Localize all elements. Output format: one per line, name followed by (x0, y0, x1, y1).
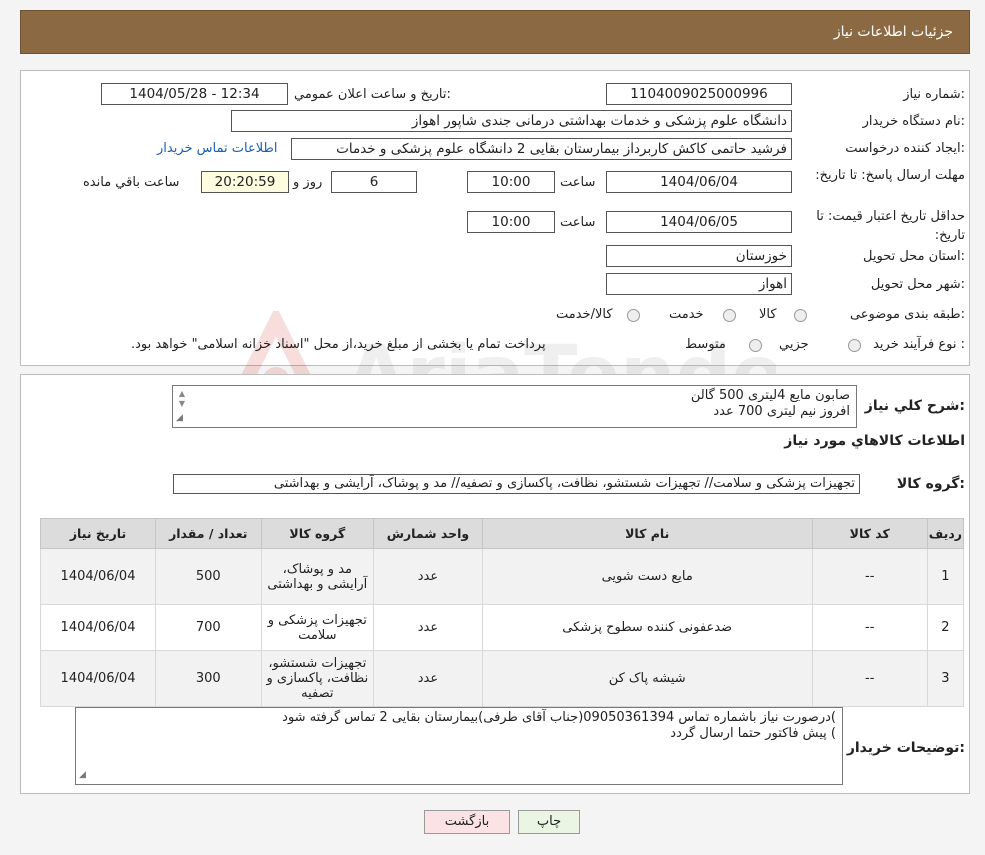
process-option-minor: جزیي (779, 337, 809, 352)
cell-need-date: 1404/06/04 (39, 650, 157, 707)
buyer-notes-line-1: )درصورت نیاز باشماره تماس 09050361394(جن… (282, 710, 836, 725)
cell-need-date: 1404/06/04 (39, 604, 157, 651)
cell-item-name: ضدعفونی کننده سطوح پزشکی (481, 604, 813, 651)
days-label: روز و (293, 175, 323, 190)
category-radio-goods-service[interactable] (627, 309, 640, 322)
buyer-notes-label: توضیحات خریدار: (846, 740, 965, 756)
cell-row-number: 2 (926, 604, 965, 651)
cell-item-code: -- (811, 548, 928, 605)
cell-item-group: تجهیزات شستشو، نظافت، پاکسازی و تصفیه (260, 650, 375, 707)
deadline-label: مهلت ارسال پاسخ: تا تاریخ: (815, 168, 965, 183)
need-number-field: 1104009025000996 (606, 83, 792, 105)
process-radio-minor[interactable] (848, 339, 861, 352)
cell-item-name: شیشه پاک کن (481, 650, 813, 707)
resize-grip-icon: ◢ (176, 413, 183, 423)
table-row: 3 -- شیشه پاک کن عدد تجهیزات شستشو، نظاف… (39, 650, 965, 707)
announce-field: 1404/05/28 - 12:34 (101, 83, 288, 105)
category-option-service: خدمت (669, 307, 704, 322)
need-number-label: شماره نیاز: (903, 87, 965, 102)
process-label: نوع فرآیند خرید : (873, 337, 965, 352)
days-field: 6 (331, 171, 417, 193)
validity-date-field: 1404/06/05 (606, 211, 792, 233)
cell-item-group: مد و پوشاک، آرایشی و بهداشتی (260, 548, 375, 605)
col-quantity: تعداد / مقدار (155, 518, 262, 549)
cell-quantity: 700 (155, 604, 262, 651)
cell-item-code: -- (811, 650, 928, 707)
remaining-label: ساعت باقي مانده (83, 175, 180, 190)
category-radio-goods[interactable] (794, 309, 807, 322)
cell-item-code: -- (811, 604, 928, 651)
buyer-org-field: دانشگاه علوم پزشکی و خدمات بهداشتی درمان… (231, 110, 792, 132)
col-unit: واحد شمارش (373, 518, 483, 549)
col-row-number: ردیف (926, 518, 965, 549)
deadline-time-field: 10:00 (467, 171, 555, 193)
table-row: 2 -- ضدعفونی کننده سطوح پزشکی عدد تجهیزا… (39, 604, 965, 651)
cell-unit: عدد (373, 650, 483, 707)
cell-quantity: 300 (155, 650, 262, 707)
cell-need-date: 1404/06/04 (39, 548, 157, 605)
city-field: اهواز (606, 273, 792, 295)
validity-label: حداقل تاریخ اعتبار قیمت: تا تاریخ: (816, 209, 965, 243)
announce-label: تاریخ و ساعت اعلان عمومي: (294, 87, 451, 102)
buyer-notes-line-2: ) پیش فاکتور حتما ارسال گردد (670, 726, 836, 741)
category-label: طبقه بندی موضوعی: (849, 307, 965, 322)
cell-quantity: 500 (155, 548, 262, 605)
buyer-contact-link[interactable]: اطلاعات تماس خریدار (157, 141, 277, 156)
cell-row-number: 3 (926, 650, 965, 707)
category-option-goods: کالا (759, 307, 777, 322)
cell-row-number: 1 (926, 548, 965, 605)
info-panel: AriaTender.neT شماره نیاز: 1104009025000… (20, 70, 985, 428)
category-option-goods-service: کالا/خدمت (556, 307, 613, 322)
description-label: شرح کلي نیاز: (864, 398, 965, 414)
city-label: شهر محل تحویل: (870, 277, 965, 292)
page-title: جزئیات اطلاعات نیاز (833, 24, 953, 40)
province-label: استان محل تحویل: (863, 249, 965, 264)
validity-time-field: 10:00 (467, 211, 555, 233)
col-need-date: تاریخ نیاز (39, 518, 157, 549)
goods-group-field: تجهیزات پزشکی و سلامت// تجهیزات شستشو، ن… (173, 474, 860, 494)
table-row: 1 -- مایع دست شویی عدد مد و پوشاک، آرایش… (39, 548, 965, 605)
creator-field: فرشید حاتمی کاکش کاربرداز بیمارستان بقای… (291, 138, 792, 160)
goods-group-label: گروه کالا: (896, 476, 965, 492)
validity-time-label: ساعت (560, 215, 596, 230)
cell-item-name: مایع دست شویی (481, 548, 813, 605)
remaining-time-field: 20:20:59 (201, 171, 289, 193)
category-radio-service[interactable] (723, 309, 736, 322)
province-field: خوزستان (606, 245, 792, 267)
description-textarea[interactable]: صابون مایع 4لیتری 500 گالن افروز نیم لیت… (172, 385, 857, 428)
col-item-group: گروه کالا (260, 518, 375, 549)
table-header-row: ردیف کد کالا نام کالا واحد شمارش گروه کا… (39, 518, 965, 549)
process-note: پرداخت تمام یا بخشی از مبلغ خرید،از محل … (131, 337, 546, 352)
deadline-date-field: 1404/06/04 (606, 171, 792, 193)
creator-label: ایجاد کننده درخواست: (845, 141, 965, 156)
process-option-medium: متوسط (685, 337, 726, 352)
page-header: جزئیات اطلاعات نیاز (20, 10, 970, 54)
goods-section-title: اطلاعات کالاهاي مورد نیاز (784, 433, 965, 449)
cell-unit: عدد (373, 604, 483, 651)
deadline-time-label: ساعت (560, 175, 596, 190)
print-button[interactable]: چاپ (518, 810, 580, 834)
process-radio-medium[interactable] (749, 339, 762, 352)
col-item-code: کد کالا (811, 518, 928, 549)
buyer-notes-textarea[interactable]: )درصورت نیاز باشماره تماس 09050361394(جن… (75, 707, 843, 785)
description-line-2: افروز نیم لیتری 700 عدد (713, 404, 850, 419)
back-button[interactable]: بازگشت (424, 810, 510, 834)
goods-table: ردیف کد کالا نام کالا واحد شمارش گروه کا… (39, 518, 965, 707)
buyer-org-label: نام دستگاه خریدار: (862, 114, 965, 129)
cell-item-group: تجهیزات پزشکی و سلامت (260, 604, 375, 651)
cell-unit: عدد (373, 548, 483, 605)
resize-grip-icon: ◢ (79, 770, 86, 780)
description-line-1: صابون مایع 4لیتری 500 گالن (690, 388, 850, 403)
col-item-name: نام کالا (481, 518, 813, 549)
